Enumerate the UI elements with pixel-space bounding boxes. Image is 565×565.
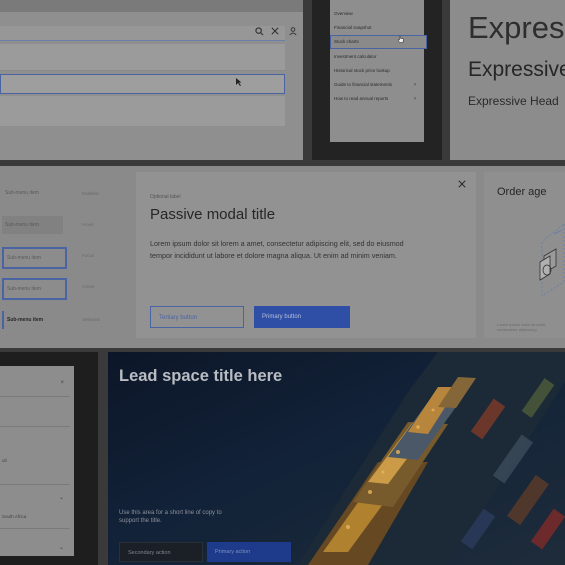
primary-button[interactable]: Primary button: [254, 306, 350, 328]
expressive-type-preview: Expres Expressive Expressive Head: [450, 0, 565, 160]
state-label: Active: [82, 284, 95, 289]
divider: [0, 426, 70, 427]
menu-item-label: Investment calculator: [334, 54, 377, 59]
submenu-item-label: Sub-menu item: [7, 317, 44, 323]
card-caption: Lorem ipsum dolor sit amet consectetur a…: [497, 322, 546, 332]
top-strip: [0, 0, 303, 12]
expressive-heading-large: Expres: [468, 10, 565, 45]
user-icon[interactable]: [289, 27, 297, 39]
state-label: Focus: [82, 253, 95, 258]
passive-modal: Optional label Passive modal title Lorem…: [136, 172, 476, 338]
modal-title: Passive modal title: [150, 206, 276, 223]
menu-item[interactable]: Guide to financial statements ›: [334, 78, 420, 92]
header-toolbar: [0, 26, 297, 41]
menu-item-label: Historical stock price lookup: [334, 68, 390, 73]
expressive-heading-medium: Expressive: [468, 58, 565, 81]
submenu-item-enabled[interactable]: Sub-menu item: [2, 184, 63, 202]
card-title: Order age: [497, 186, 547, 198]
lead-space-copy: Use this area for a short line of copy t…: [119, 510, 222, 524]
menu-item[interactable]: Historical stock price lookup: [334, 64, 420, 78]
menu-item[interactable]: Financial snapshot: [334, 21, 420, 35]
search-results-row[interactable]: [0, 44, 285, 71]
state-label: Hover: [82, 222, 95, 227]
close-icon[interactable]: [458, 180, 466, 191]
submenu-item-focus[interactable]: Sub-menu item: [2, 247, 67, 269]
modal-optional-label: Optional label: [150, 194, 181, 200]
lead-space-hero: Lead space title here Use this area for …: [108, 352, 565, 565]
submenu-item-label: Sub-menu item: [5, 222, 39, 228]
divider: [0, 484, 70, 485]
mobile-menu-preview: Overview Financial snapshot Stock charts…: [312, 0, 442, 160]
menu-item-selected[interactable]: Stock charts: [330, 35, 427, 49]
submenu-item-label: Sub-menu item: [7, 255, 41, 261]
menu-item-label: Stock charts: [334, 39, 359, 44]
submenu-item-hover[interactable]: Sub-menu item: [2, 216, 63, 234]
expressive-heading-small: Expressive Head: [468, 94, 559, 108]
divider: [0, 396, 70, 397]
chevron-down-icon[interactable]: ⌄: [59, 544, 64, 551]
tertiary-button[interactable]: Tertiary button: [150, 306, 244, 328]
components-band: Sub-menu item Sub-menu item Sub-menu ite…: [0, 166, 565, 348]
isometric-illustration-icon: [536, 222, 565, 307]
chevron-down-icon[interactable]: ⌄: [59, 494, 64, 501]
state-label: Selected: [82, 317, 100, 322]
menu-item-label: Overview: [334, 11, 353, 16]
menu-item[interactable]: Overview: [334, 7, 420, 21]
search-results-row[interactable]: [0, 96, 285, 126]
menu-item-label: Financial snapshot: [334, 25, 372, 30]
search-icon[interactable]: [255, 27, 264, 39]
side-card-item[interactable]: ult: [2, 458, 7, 463]
menu-item[interactable]: Investment calculator: [334, 50, 420, 64]
lead-space-title: Lead space title here: [119, 367, 283, 385]
close-icon[interactable]: ×: [60, 380, 64, 386]
submenu-item-label: Sub-menu item: [7, 286, 41, 292]
order-age-card: Order age Lorem ipsum dolor sit amet con…: [484, 172, 565, 338]
submenu-item-selected[interactable]: Sub-menu item: [2, 311, 65, 329]
cursor-icon: [236, 78, 242, 89]
hand-cursor-icon: [398, 36, 404, 48]
menu-item[interactable]: How to read annual reports ›: [334, 92, 420, 106]
submenu-item-active[interactable]: Sub-menu item: [2, 278, 67, 300]
search-results-row-focused[interactable]: [0, 74, 285, 94]
submenu-item-label: Sub-menu item: [5, 190, 39, 196]
menu-item-label: How to read annual reports: [334, 96, 389, 101]
state-label: Enabled: [82, 191, 99, 196]
chevron-right-icon: ›: [414, 82, 416, 88]
side-panel-preview: × ult ⌄ South Africa ⌄: [0, 352, 98, 565]
mobile-menu-list: Overview Financial snapshot Stock charts…: [330, 0, 427, 142]
masthead-preview-panel: [0, 0, 303, 160]
primary-action-button[interactable]: Primary action: [207, 542, 291, 562]
side-card: × ult ⌄ South Africa ⌄: [0, 366, 74, 556]
secondary-action-button[interactable]: Secondary action: [119, 542, 203, 562]
divider: [0, 528, 70, 529]
chevron-right-icon: ›: [414, 96, 416, 102]
modal-body-text: Lorem ipsum dolor sit lorem a amet, cons…: [150, 239, 404, 260]
close-icon[interactable]: [271, 27, 279, 38]
side-card-item[interactable]: South Africa: [2, 514, 26, 519]
menu-item-label: Guide to financial statements: [334, 82, 393, 87]
